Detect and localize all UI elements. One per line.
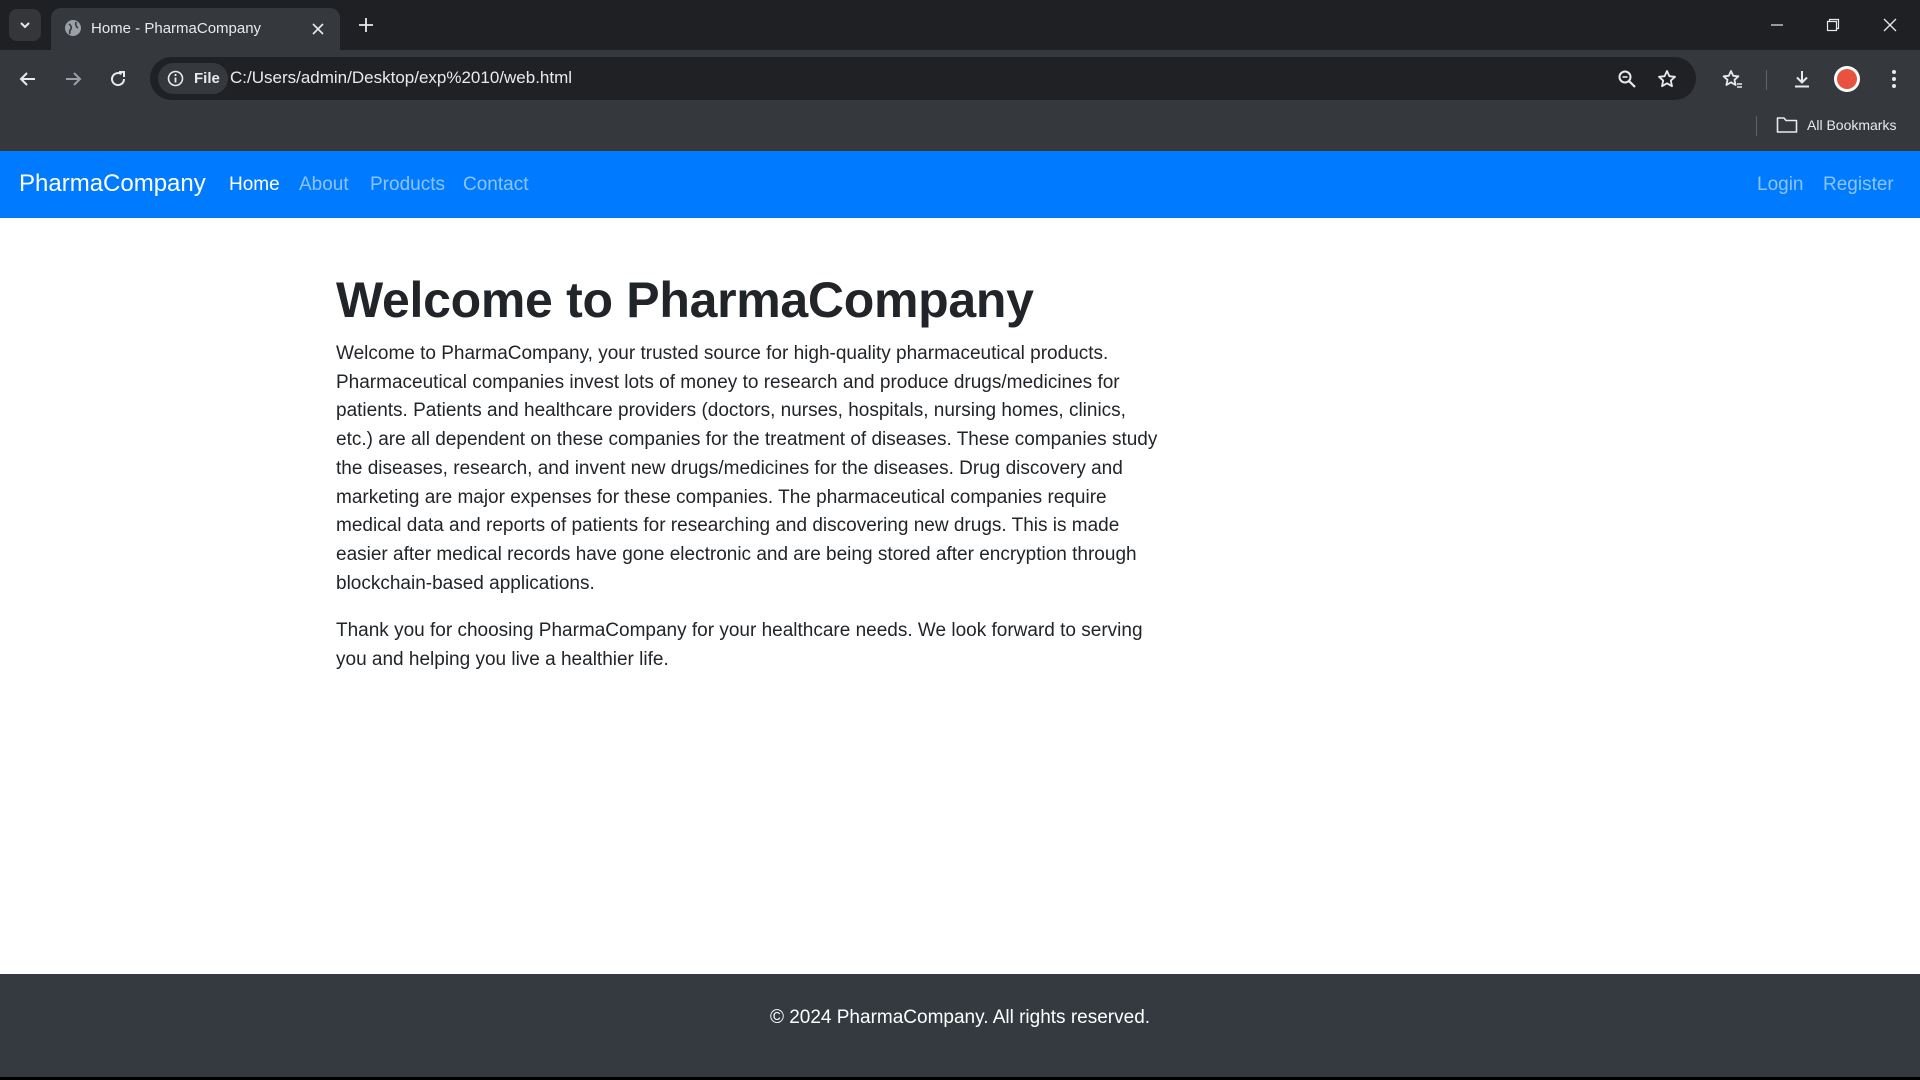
back-arrow-icon: [19, 72, 35, 86]
folder-icon: [1776, 117, 1798, 133]
downloads-button[interactable]: [1786, 63, 1818, 95]
plus-icon: [359, 18, 373, 32]
bookmarks-separator: [1756, 116, 1757, 136]
star-list-icon: [1722, 70, 1742, 88]
info-icon: [167, 70, 184, 87]
tab-search-button[interactable]: [9, 9, 41, 41]
browser-menu-button[interactable]: [1878, 63, 1910, 95]
close-icon: [1883, 18, 1897, 32]
bookmarks-bar: [0, 108, 1920, 151]
nav-link-products[interactable]: Products: [370, 174, 445, 196]
nav-link-about[interactable]: About: [299, 174, 349, 196]
main-content: Welcome to PharmaCompany Welcome to Phar…: [336, 270, 1162, 694]
bookmark-star-button[interactable]: [1653, 65, 1681, 93]
profile-button[interactable]: [1834, 66, 1860, 92]
back-button[interactable]: [12, 63, 44, 95]
new-tab-button[interactable]: [352, 11, 380, 39]
nav-link-login[interactable]: Login: [1757, 174, 1804, 196]
avatar-icon: [1837, 69, 1857, 89]
kebab-menu-icon: [1892, 70, 1896, 88]
toolbar-separator: [1766, 70, 1767, 90]
site-brand[interactable]: PharmaCompany: [19, 170, 206, 198]
address-bar[interactable]: File C:/Users/admin/Desktop/exp%2010/web…: [150, 57, 1696, 100]
url-text[interactable]: C:/Users/admin/Desktop/exp%2010/web.html: [230, 68, 572, 88]
close-icon: [312, 23, 324, 35]
copyright-text: © 2024 PharmaCompany. All rights reserve…: [769, 1007, 1151, 1028]
forward-button[interactable]: [57, 63, 89, 95]
site-navbar: PharmaCompany Home About Products Contac…: [0, 151, 1920, 218]
page-title: Welcome to PharmaCompany: [336, 272, 1034, 328]
site-info-label: File: [194, 70, 220, 87]
site-info-chip[interactable]: File: [158, 63, 228, 94]
browser-tab-strip: Home - PharmaCompany: [0, 0, 1920, 50]
all-bookmarks-button[interactable]: All Bookmarks: [1807, 117, 1896, 133]
nav-link-home[interactable]: Home: [229, 174, 280, 196]
restore-button[interactable]: [1815, 8, 1851, 42]
star-icon: [1658, 70, 1676, 88]
reload-button[interactable]: [102, 63, 134, 95]
intro-paragraph: Welcome to PharmaCompany, your trusted s…: [336, 343, 1158, 594]
zoom-icon: [1618, 70, 1636, 88]
close-window-button[interactable]: [1872, 8, 1908, 42]
active-tab[interactable]: Home - PharmaCompany: [51, 8, 340, 50]
tab-title: Home - PharmaCompany: [91, 20, 262, 37]
browser-toolbar: File C:/Users/admin/Desktop/exp%2010/web…: [0, 50, 1920, 108]
restore-icon: [1826, 18, 1840, 32]
bookmarks-manager-button[interactable]: [1716, 63, 1748, 95]
forward-arrow-icon: [66, 72, 82, 86]
reload-icon: [111, 71, 126, 87]
zoom-button[interactable]: [1613, 65, 1641, 93]
download-icon: [1795, 71, 1809, 88]
site-footer: © 2024 PharmaCompany. All rights reserve…: [0, 974, 1920, 1077]
minimize-icon: [1771, 24, 1783, 26]
nav-link-register[interactable]: Register: [1823, 174, 1894, 196]
globe-icon: [65, 20, 81, 36]
tab-close-button[interactable]: [306, 17, 330, 41]
nav-link-contact[interactable]: Contact: [463, 174, 528, 196]
minimize-button[interactable]: [1759, 8, 1795, 42]
thank-you-paragraph: Thank you for choosing PharmaCompany for…: [336, 620, 1143, 671]
chevron-down-icon: [20, 22, 30, 29]
